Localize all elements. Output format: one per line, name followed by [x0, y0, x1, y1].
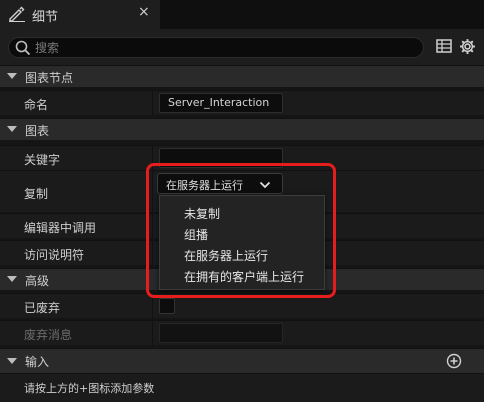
column-divider [152, 294, 153, 319]
add-parameter-icon[interactable] [446, 353, 462, 372]
dropdown-option-run-on-server[interactable]: 在服务器上运行 [160, 245, 324, 266]
search-box[interactable] [8, 37, 424, 58]
chevron-down-icon [259, 179, 271, 193]
dropdown-option-run-on-owning-client[interactable]: 在拥有的客户端上运行 [160, 266, 324, 287]
section-label: 图表 [25, 124, 50, 138]
row-deprecation-message: 废弃消息 [0, 320, 484, 346]
deprecated-label: 已废弃 [24, 301, 61, 315]
column-divider [152, 171, 153, 213]
column-divider [152, 241, 153, 266]
section-label: 高级 [25, 274, 50, 288]
collapse-arrow-icon [7, 358, 17, 364]
section-label: 输入 [25, 355, 50, 369]
tab-title: 细节 [32, 10, 59, 25]
keywords-label: 关键字 [24, 153, 61, 167]
deprecated-checkbox[interactable] [159, 298, 175, 314]
close-icon[interactable]: × [138, 4, 150, 20]
row-name: 命名 Server_Interaction [0, 90, 484, 116]
dropdown-option-multicast[interactable]: 组播 [160, 224, 324, 245]
column-divider [152, 91, 153, 116]
section-graph-node[interactable]: 图表节点 [0, 65, 484, 87]
access-specifier-label: 访问说明符 [24, 248, 85, 262]
gear-icon[interactable] [459, 38, 476, 58]
pencil-icon [8, 6, 26, 25]
tab-bar: 细节 × [0, 0, 484, 29]
section-graph[interactable]: 图表 [0, 118, 484, 140]
collapse-arrow-icon [7, 276, 17, 282]
deprecation-message-field[interactable] [159, 323, 283, 343]
deprecation-message-label: 废弃消息 [24, 328, 73, 342]
collapse-arrow-icon [7, 73, 17, 79]
collapse-arrow-icon [7, 126, 17, 132]
name-label: 命名 [24, 98, 49, 112]
section-inputs[interactable]: 输入 [0, 348, 484, 373]
table-view-icon[interactable] [436, 38, 452, 57]
search-input[interactable] [35, 39, 415, 56]
column-divider [152, 214, 153, 239]
column-divider [152, 321, 153, 346]
replicates-label: 复制 [24, 187, 49, 201]
inputs-hint-row: 请按上方的+图标添加参数 [0, 373, 484, 402]
inputs-hint: 请按上方的+图标添加参数 [24, 382, 155, 395]
dropdown-option-not-replicated[interactable]: 未复制 [160, 203, 324, 224]
search-icon [15, 40, 31, 59]
keywords-field[interactable] [159, 148, 283, 168]
section-label: 图表节点 [25, 71, 74, 85]
row-keywords: 关键字 [0, 145, 484, 171]
row-deprecated: 已废弃 [0, 293, 484, 319]
call-in-editor-label: 编辑器中调用 [24, 221, 97, 235]
replicates-dropdown-menu: 未复制 组播 在服务器上运行 在拥有的客户端上运行 [159, 195, 325, 290]
replicates-combo[interactable]: 在服务器上运行 [157, 173, 283, 194]
column-divider [152, 146, 153, 171]
name-field[interactable]: Server_Interaction [159, 93, 283, 113]
combo-value: 在服务器上运行 [166, 179, 243, 192]
tab-details[interactable]: 细节 × [0, 0, 160, 29]
toolbar [0, 29, 484, 65]
